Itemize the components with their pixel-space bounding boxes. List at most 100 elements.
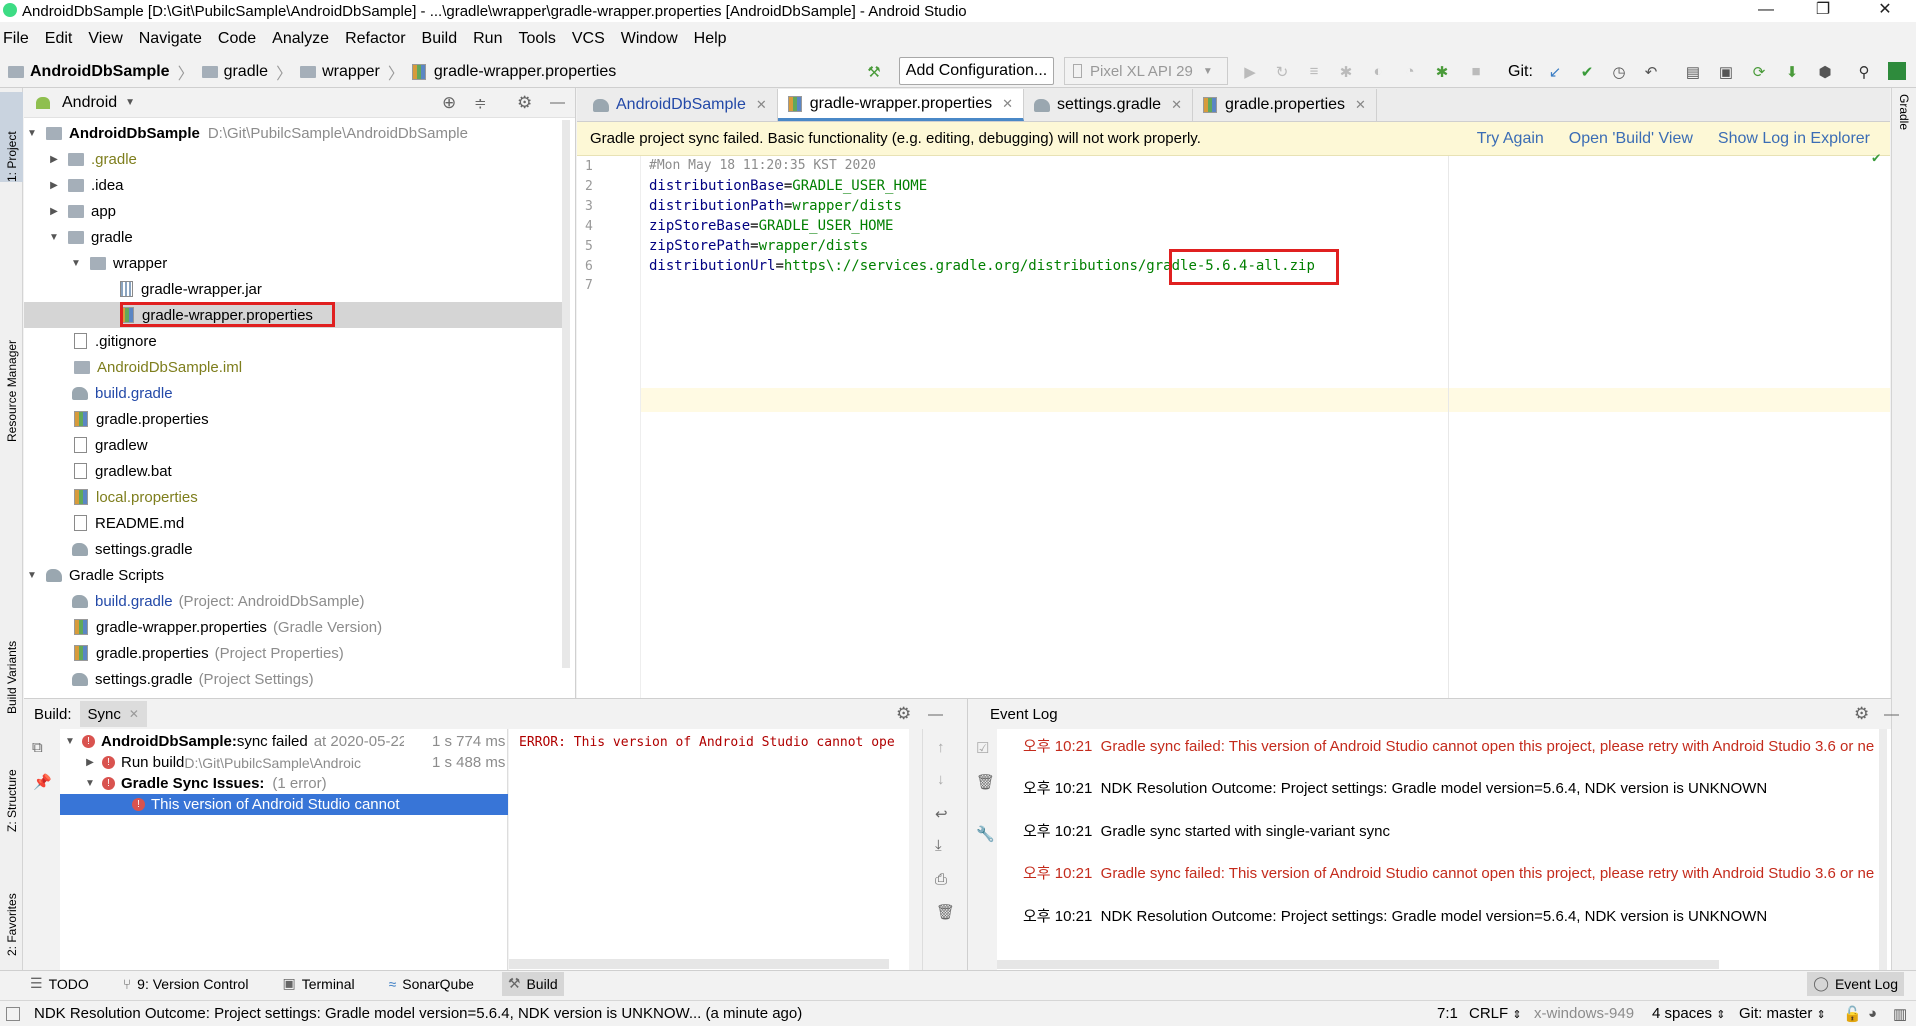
version-control-tool-button[interactable]: ⑂ 9: Version Control xyxy=(117,972,255,996)
breadcrumb-project[interactable]: AndroidDbSample 〉 xyxy=(8,60,194,84)
build-row-selected[interactable]: ! This version of Android Studio cannot xyxy=(60,794,508,815)
menu-code[interactable]: Code xyxy=(218,30,256,48)
tree-script-build-gradle[interactable]: build.gradle (Project: AndroidDbSample) xyxy=(72,589,364,613)
sync-gradle-icon[interactable]: ⟳ xyxy=(1745,59,1773,85)
gear-icon[interactable]: ⚙ xyxy=(896,704,911,724)
attach-debugger-icon[interactable]: ✱ xyxy=(1428,59,1456,85)
project-view-selector[interactable]: Android xyxy=(62,94,117,112)
chevron-down-icon[interactable]: ▼ xyxy=(125,97,135,108)
hammer-build-icon[interactable]: ⚒ xyxy=(860,59,888,85)
line-separator[interactable]: CRLF ⇕ xyxy=(1469,1005,1522,1022)
tree-script-gradle-properties[interactable]: gradle.properties (Project Properties) xyxy=(74,641,344,665)
caret-position[interactable]: 7:1 xyxy=(1437,1005,1458,1022)
close-icon[interactable]: ✕ xyxy=(1002,96,1013,112)
breadcrumb-gradle[interactable]: gradle 〉 xyxy=(201,60,292,84)
close-button[interactable]: ✕ xyxy=(1862,0,1908,22)
gear-icon[interactable]: ⚙ xyxy=(1854,704,1869,724)
git-branch[interactable]: Git: master ⇕ xyxy=(1739,1005,1826,1022)
menu-edit[interactable]: Edit xyxy=(45,30,73,48)
project-tool-tab[interactable]: 1: Project xyxy=(0,92,23,182)
trash-icon[interactable]: 🗑 xyxy=(976,773,995,791)
tree-item-build-gradle[interactable]: build.gradle xyxy=(72,381,173,405)
show-log-link[interactable]: Show Log in Explorer xyxy=(1718,130,1870,148)
breadcrumb-file[interactable]: gradle-wrapper.properties xyxy=(411,63,616,81)
close-icon[interactable]: ✕ xyxy=(756,97,767,113)
event-text[interactable]: Gradle sync failed: This version of Andr… xyxy=(1101,738,1875,755)
print-icon[interactable]: ⎙ xyxy=(935,871,947,888)
tab-gradle-properties[interactable]: gradle.properties ✕ xyxy=(1193,89,1377,121)
wrench-icon[interactable]: 🔧 xyxy=(976,825,995,843)
breadcrumb-wrapper[interactable]: wrapper 〉 xyxy=(300,60,404,84)
build-variants-tab[interactable]: Build Variants xyxy=(0,594,23,714)
resource-manager-tab[interactable]: Resource Manager xyxy=(0,212,23,442)
menu-window[interactable]: Window xyxy=(621,30,678,48)
build-output[interactable]: ERROR: This version of Android Studio ca… xyxy=(509,729,909,971)
menu-file[interactable]: File xyxy=(3,30,29,48)
avd-manager-icon[interactable]: ▣ xyxy=(1712,59,1740,85)
tree-root[interactable]: ▼ AndroidDbSample D:\Git\PubilcSample\An… xyxy=(26,121,468,145)
sdk-manager-icon[interactable]: ⬇ xyxy=(1778,59,1806,85)
git-history-icon[interactable]: ◷ xyxy=(1605,59,1633,85)
menu-build[interactable]: Build xyxy=(422,30,458,48)
menu-analyze[interactable]: Analyze xyxy=(272,30,329,48)
tab-settings-gradle[interactable]: settings.gradle ✕ xyxy=(1024,89,1193,121)
tree-item-app[interactable]: ▶ app xyxy=(48,199,116,223)
apply-code-changes-icon[interactable]: ≡ xyxy=(1300,59,1328,85)
code-editor[interactable]: 1 2 3 4 5 6 7 #Mon May 18 11:20:35 KST 2… xyxy=(577,150,1890,698)
menu-view[interactable]: View xyxy=(88,30,122,48)
build-output-scrollbar[interactable] xyxy=(509,959,889,969)
locate-icon[interactable]: ⊕ xyxy=(442,93,456,113)
apply-changes-icon[interactable]: ↻ xyxy=(1268,59,1296,85)
mark-read-icon[interactable]: ☑ xyxy=(976,739,989,757)
menu-run[interactable]: Run xyxy=(473,30,502,48)
restart-sync-icon[interactable]: ⧉ xyxy=(32,739,43,756)
tree-item-idea[interactable]: ▶ .idea xyxy=(48,173,123,197)
tree-item-iml[interactable]: AndroidDbSample.iml xyxy=(74,355,242,379)
collapse-all-icon[interactable]: ≑ xyxy=(474,94,487,112)
down-arrow-icon[interactable]: ↓ xyxy=(937,771,945,788)
git-rollback-icon[interactable]: ↶ xyxy=(1637,59,1665,85)
tree-script-settings-gradle[interactable]: settings.gradle (Project Settings) xyxy=(72,667,314,691)
lock-icon[interactable]: 🔓 xyxy=(1843,1005,1862,1023)
up-arrow-icon[interactable]: ↑ xyxy=(937,739,945,756)
menu-refactor[interactable]: Refactor xyxy=(345,30,405,48)
project-scrollbar[interactable] xyxy=(562,120,570,668)
tab-sync[interactable]: Sync ✕ xyxy=(79,701,147,727)
tree-item-gradlew-bat[interactable]: gradlew.bat xyxy=(74,459,172,483)
structure-tab[interactable]: Z: Structure xyxy=(0,722,23,832)
tree-gradle-scripts[interactable]: ▼ Gradle Scripts xyxy=(26,563,164,587)
git-update-icon[interactable]: ↙ xyxy=(1541,59,1569,85)
inspector-icon[interactable]: ◕ xyxy=(1868,1005,1877,1022)
gradle-tool-tab[interactable]: Gradle xyxy=(1893,94,1916,164)
favorites-tab[interactable]: 2: Favorites xyxy=(0,856,23,956)
try-again-link[interactable]: Try Again xyxy=(1477,130,1544,148)
tree-item-dotgradle[interactable]: ▶ .gradle xyxy=(48,147,137,171)
menu-tools[interactable]: Tools xyxy=(518,30,555,48)
hide-panel-icon[interactable]: — xyxy=(1884,706,1899,723)
device-selector[interactable]: Pixel XL API 29 ▼ xyxy=(1064,57,1228,85)
project-structure-icon[interactable]: ▤ xyxy=(1679,59,1707,85)
layout-inspector-icon[interactable]: ⬢ xyxy=(1811,59,1839,85)
tree-item-gradle-properties[interactable]: gradle.properties xyxy=(74,407,209,431)
tree-script-wrapper-properties[interactable]: gradle-wrapper.properties (Gradle Version… xyxy=(74,615,382,639)
close-icon[interactable]: ✕ xyxy=(1171,97,1182,113)
event-log-tool-button[interactable]: ◯ Event Log xyxy=(1807,971,1904,996)
menu-vcs[interactable]: VCS xyxy=(572,30,605,48)
close-icon[interactable]: ✕ xyxy=(1355,97,1366,113)
trash-icon[interactable]: 🗑 xyxy=(936,903,955,921)
debug-icon[interactable]: ✱ xyxy=(1332,59,1360,85)
gear-icon[interactable]: ⚙ xyxy=(517,93,532,113)
tree-item-local-properties[interactable]: local.properties xyxy=(74,485,198,509)
plugin-status-icon[interactable] xyxy=(1888,62,1906,80)
scroll-to-end-icon[interactable]: ⤓ xyxy=(935,837,942,854)
git-commit-icon[interactable]: ✔ xyxy=(1573,59,1601,85)
tree-item-wrapper[interactable]: ▼ wrapper xyxy=(70,251,167,275)
event-log-vscroll[interactable] xyxy=(1879,729,1887,971)
profile-icon[interactable]: ◔ xyxy=(1396,59,1424,85)
file-encoding[interactable]: x-windows-949 xyxy=(1534,1005,1634,1022)
run-icon[interactable]: ▶ xyxy=(1236,59,1264,85)
status-message[interactable]: NDK Resolution Outcome: Project settings… xyxy=(34,1005,802,1022)
tree-item-settings-gradle[interactable]: settings.gradle xyxy=(72,537,193,561)
open-build-view-link[interactable]: Open 'Build' View xyxy=(1569,130,1693,148)
event-log-scrollbar[interactable] xyxy=(997,960,1719,969)
